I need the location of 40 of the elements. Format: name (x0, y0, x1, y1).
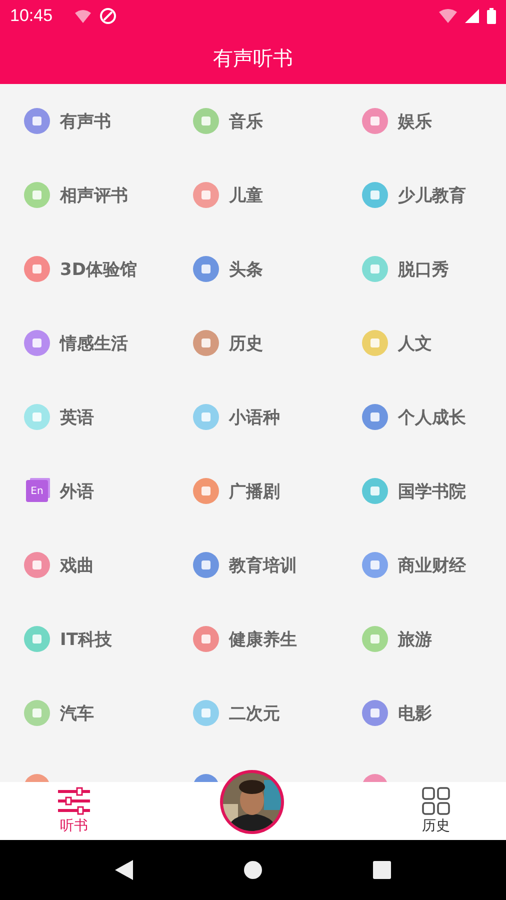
en-icon: En (26, 480, 48, 502)
signal-icon (465, 9, 479, 23)
category-item[interactable]: 少儿教育 (338, 158, 506, 232)
category-item[interactable]: 英语 (0, 380, 169, 454)
category-item[interactable]: 汽车 (0, 676, 169, 750)
nav-tab[interactable]: 历史 (416, 785, 456, 837)
back-icon[interactable] (115, 860, 133, 880)
status-time: 10:45 (10, 6, 53, 26)
category-item[interactable]: 相声评书 (0, 158, 169, 232)
home-icon[interactable] (243, 860, 263, 880)
category-item[interactable]: 广播剧 (169, 454, 338, 528)
category-item[interactable]: 脱口秀 (338, 232, 506, 306)
category-item[interactable]: IT科技 (0, 602, 169, 676)
category-item[interactable]: 个人成长 (338, 380, 506, 454)
category-item[interactable]: 电影 (338, 676, 506, 750)
category-item[interactable]: 音乐 (169, 84, 338, 158)
category-item[interactable]: 3D体验馆 (0, 232, 169, 306)
category-item[interactable]: 二次元 (169, 676, 338, 750)
sliders-icon (58, 787, 90, 815)
category-item[interactable]: 商业财经 (338, 528, 506, 602)
category-item[interactable]: 戏曲 (0, 528, 169, 602)
page-title: 有声听书 (213, 44, 293, 72)
category-item[interactable]: 历史 (169, 306, 338, 380)
grid-icon (422, 787, 450, 815)
category-item[interactable]: 有声书 (0, 84, 169, 158)
category-item[interactable]: 教育培训 (169, 528, 338, 602)
nav-tab[interactable]: 听书 (52, 785, 96, 837)
category-item[interactable]: 健康养生 (169, 602, 338, 676)
category-item[interactable]: 儿童 (169, 158, 338, 232)
category-item[interactable]: En 外语 (0, 454, 169, 528)
category-item[interactable]: 娱乐 (338, 84, 506, 158)
category-item[interactable]: 小语种 (169, 380, 338, 454)
category-item[interactable]: 情感生活 (0, 306, 169, 380)
battery-icon (487, 8, 496, 24)
category-item[interactable]: 人文 (338, 306, 506, 380)
wifi-icon (439, 9, 457, 23)
category-item[interactable]: 头条 (169, 232, 338, 306)
category-item[interactable]: 国学书院 (338, 454, 506, 528)
category-item[interactable]: 旅游 (338, 602, 506, 676)
wifi-icon (74, 10, 91, 22)
